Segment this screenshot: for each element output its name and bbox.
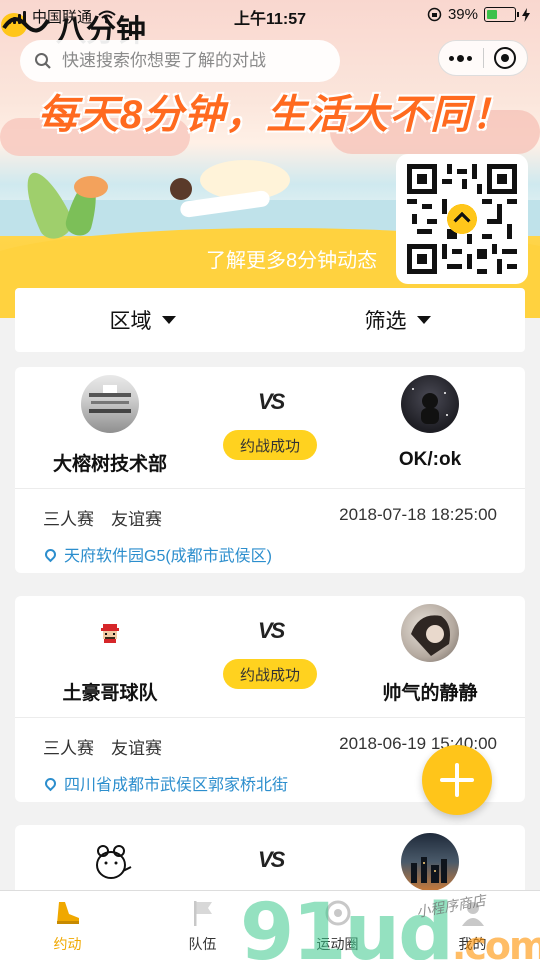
team-b[interactable]: [345, 833, 515, 891]
team-a-avatar: [81, 375, 139, 433]
search-bar[interactable]: [20, 40, 340, 82]
mini-program-capsule: [438, 40, 528, 76]
rotation-lock-icon: [427, 7, 442, 22]
status-badge: 约战成功: [223, 430, 317, 460]
location-text: 四川省成都市武侯区郭家桥北街: [64, 777, 289, 794]
user-icon: [461, 901, 484, 926]
team-b-avatar: [401, 604, 459, 662]
filter-bar: 区域 筛选: [15, 288, 525, 352]
status-badge: 约战成功: [223, 659, 317, 689]
team-b[interactable]: OK/:ok: [345, 375, 515, 471]
tab-yuedong[interactable]: 约动: [0, 891, 135, 960]
tab-label: 运动圈: [316, 935, 359, 952]
match-type: 三人赛 友谊赛: [43, 739, 162, 758]
region-dropdown[interactable]: 区域: [15, 288, 270, 352]
tab-label: 队伍: [188, 935, 217, 952]
vs-icon: VS: [258, 389, 285, 414]
qr-code[interactable]: [396, 154, 528, 284]
add-match-button[interactable]: [422, 745, 492, 815]
status-bar: 中国联通 上午11:57 39%: [0, 0, 540, 30]
team-a-avatar: [81, 833, 139, 891]
tab-label: 约动: [53, 935, 82, 952]
tab-team[interactable]: 队伍: [135, 891, 270, 960]
team-b-name: 帅气的静静: [382, 683, 478, 704]
tab-moments[interactable]: 运动圈: [270, 891, 405, 960]
vs-icon: VS: [258, 618, 285, 643]
yoga-girl-illustration: [170, 178, 192, 200]
banner-slogan: 每天8分钟，生活大不同！: [37, 93, 513, 137]
team-a-name: 土豪哥球队: [62, 683, 158, 704]
team-a[interactable]: 土豪哥球队: [25, 604, 195, 705]
circle-icon: [325, 900, 350, 925]
search-icon: [35, 53, 51, 69]
match-card[interactable]: 大榕树技术部 VS 约战成功 OK/:ok 三人赛 友谊赛 2018-07-18…: [15, 367, 525, 573]
qr-code-image: [407, 164, 517, 274]
team-a[interactable]: [25, 833, 195, 891]
charging-icon: [522, 7, 530, 22]
close-program-icon[interactable]: [483, 40, 527, 76]
region-label: 区域: [109, 310, 152, 333]
team-b[interactable]: 帅气的静静: [345, 604, 515, 705]
match-location[interactable]: 天府软件园G5(成都市武侯区): [42, 542, 273, 566]
caret-down-icon: [416, 316, 431, 324]
team-a-name: 大榕树技术部: [52, 454, 167, 475]
battery-percent: 39%: [447, 6, 478, 23]
location-text: 天府软件园G5(成都市武侯区): [64, 548, 273, 565]
battery-fill: [487, 10, 498, 19]
flag-icon: [193, 900, 212, 926]
match-type: 三人赛 友谊赛: [43, 510, 162, 529]
team-b-name: OK/:ok: [398, 449, 462, 470]
filter-dropdown[interactable]: 筛选: [270, 288, 525, 352]
team-a-avatar: [81, 604, 139, 662]
tab-bar: 约动 队伍 运动圈 我的: [0, 890, 540, 960]
team-b-avatar: [401, 833, 459, 891]
search-input[interactable]: [62, 51, 322, 71]
location-pin-icon: [42, 546, 59, 562]
match-datetime: 2018-07-18 18:25:00: [339, 505, 497, 524]
battery-icon: [484, 7, 519, 22]
tab-label: 我的: [458, 935, 487, 952]
tab-mine[interactable]: 我的: [405, 891, 540, 960]
vs-icon: VS: [258, 847, 285, 872]
team-b-avatar: [401, 375, 459, 433]
plus-icon: [440, 763, 474, 797]
location-pin-icon: [42, 775, 59, 791]
match-location[interactable]: 四川省成都市武侯区郭家桥北街: [42, 771, 289, 795]
banner-more-link[interactable]: 了解更多8分钟动态: [206, 244, 377, 273]
filter-label: 筛选: [364, 310, 407, 333]
more-menu-icon[interactable]: [439, 40, 483, 76]
flower-decoration: [74, 176, 108, 198]
shoe-icon: [56, 901, 79, 924]
caret-down-icon: [161, 316, 176, 324]
team-a[interactable]: 大榕树技术部: [25, 375, 195, 476]
